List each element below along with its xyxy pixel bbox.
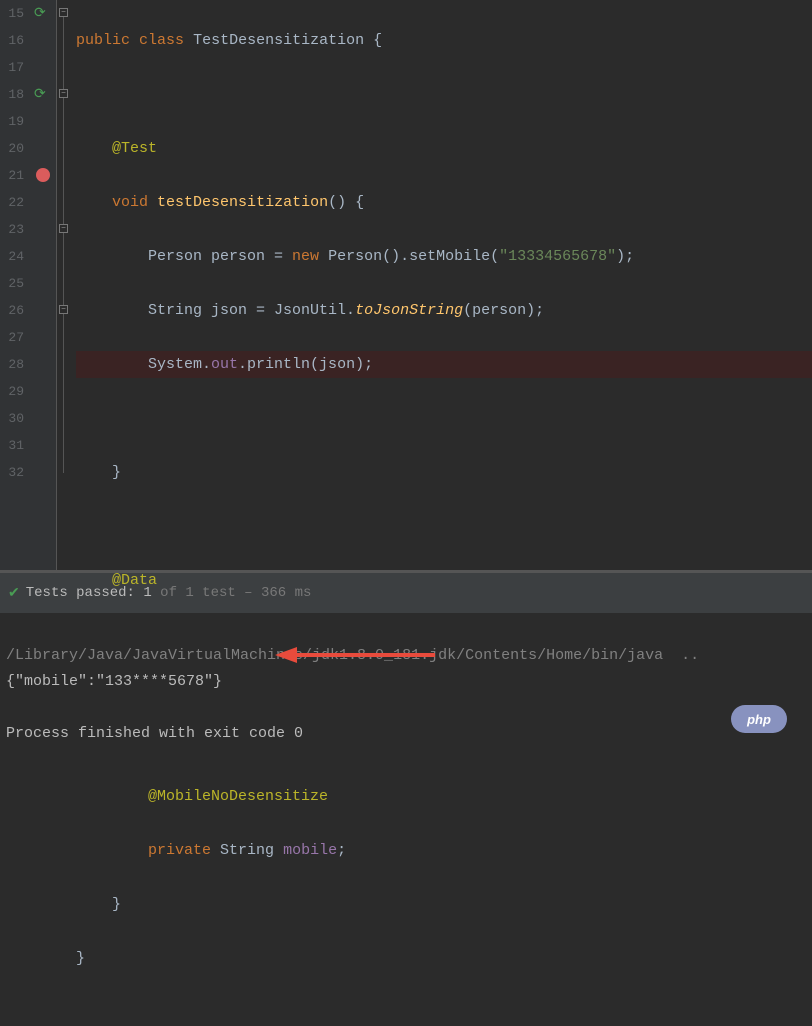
run-test-method-icon[interactable]: ⟳: [34, 86, 46, 103]
fold-toggle-icon[interactable]: −: [59, 305, 68, 314]
exit-line: Process finished with exit code 0: [6, 725, 303, 742]
run-test-class-icon[interactable]: ⟳: [34, 5, 46, 22]
fold-toggle-icon[interactable]: −: [59, 224, 68, 233]
console-output[interactable]: /Library/Java/JavaVirtualMachines/jdk1.8…: [0, 613, 812, 751]
check-icon: ✔: [8, 585, 20, 602]
php-watermark: php: [731, 705, 787, 733]
code-editor[interactable]: 15 16 17 18 19 20 21 22 23 24 25 26 27 2…: [0, 0, 812, 570]
fold-toggle-icon[interactable]: −: [59, 89, 68, 98]
stdout-line: {"mobile":"133****5678"}: [6, 673, 222, 690]
breakpoint-icon[interactable]: [36, 168, 50, 182]
line-number-gutter: 15 16 17 18 19 20 21 22 23 24 25 26 27 2…: [0, 0, 30, 570]
fold-column: − − − −: [56, 0, 70, 570]
annotation-arrow-icon: [275, 645, 435, 665]
gutter-icons: ⟳ ⟳: [30, 0, 56, 570]
fold-toggle-icon[interactable]: −: [59, 8, 68, 17]
code-content[interactable]: public class TestDesensitization { @Test…: [70, 0, 812, 570]
